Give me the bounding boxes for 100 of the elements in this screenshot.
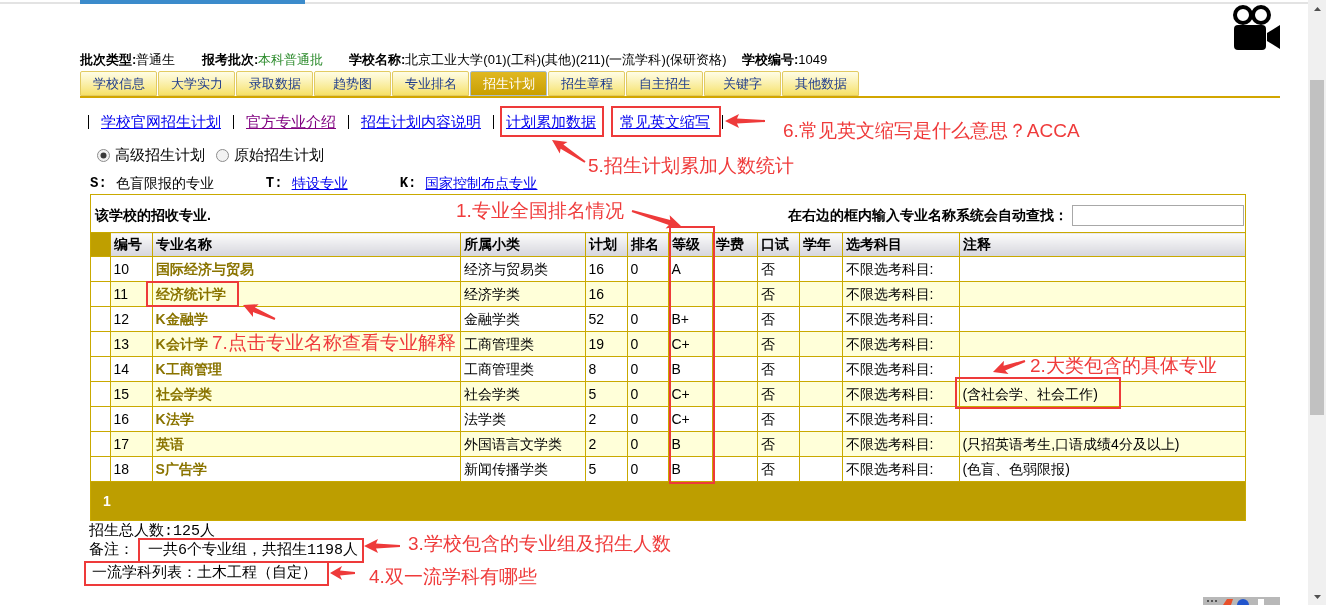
column-header: 学费	[712, 232, 757, 257]
table-cell: 0	[627, 406, 668, 432]
legend-key: T:	[265, 173, 283, 193]
table-cell: (只招英语考生,口语成绩4分及以上)	[959, 431, 1245, 457]
field-value: 普通生	[136, 51, 176, 68]
table-cell: 不限选考科目:	[842, 356, 959, 382]
major-link[interactable]: S广告学	[155, 460, 207, 477]
pointer-arrow	[551, 139, 587, 164]
tab[interactable]: 学校信息	[80, 71, 157, 96]
link[interactable]: 官方专业介绍	[246, 112, 336, 132]
annotation-label: 2.大类包含的具体专业	[1030, 355, 1217, 377]
major-link[interactable]: K法学	[155, 410, 194, 427]
tab[interactable]: 趋势图	[314, 71, 391, 96]
annotation-label: 3.学校包含的专业组及招生人数	[408, 533, 671, 555]
table-cell: B+	[668, 306, 712, 332]
table-cell: 16	[110, 406, 152, 432]
legend-link[interactable]: 特设专业	[291, 173, 348, 193]
table-cell: 10	[110, 256, 152, 282]
table-cell: 经济与贸易类	[460, 256, 585, 282]
search-label: 在右边的框内输入专业名称系统会自动查找：	[788, 205, 1068, 225]
table-cell: 否	[757, 456, 799, 482]
annotation-label: 5.招生计划累加人数统计	[588, 155, 794, 177]
table-cell: 0	[627, 356, 668, 382]
table-cell: 否	[757, 306, 799, 332]
search-field[interactable]	[1072, 204, 1244, 226]
legend-link[interactable]: 国家控制布点专业	[425, 173, 538, 193]
table-cell: C+	[668, 381, 712, 407]
table-cell: B	[668, 431, 712, 457]
table-cell: 0	[627, 331, 668, 357]
radio-option[interactable]: 原始招生计划	[216, 145, 324, 165]
legend-text: 色盲限报的专业	[115, 174, 214, 193]
table-cell: 否	[757, 281, 799, 307]
major-link[interactable]: 经济统计学	[155, 285, 226, 302]
table-cell: 8	[585, 356, 627, 382]
table-cell: 16	[585, 256, 627, 282]
table-cell: 金融学类	[460, 306, 585, 332]
table-cell: 否	[757, 356, 799, 382]
link[interactable]: 学校官网招生计划	[101, 112, 221, 132]
major-link[interactable]: K金融学	[155, 310, 208, 327]
table-cell: 14	[110, 356, 152, 382]
table-cell: 18	[110, 456, 152, 482]
column-header: 所属小类	[460, 232, 585, 257]
field-label: 批次类型:	[80, 51, 137, 68]
radio-icon[interactable]	[216, 148, 229, 162]
tab[interactable]: 自主招生	[626, 71, 703, 96]
link[interactable]: 招生计划内容说明	[361, 112, 481, 132]
link[interactable]: 常见英文缩写	[620, 112, 710, 132]
table-cell: 0	[627, 431, 668, 457]
tab[interactable]: 录取数据	[236, 71, 313, 96]
major-link[interactable]: 英语	[155, 435, 184, 452]
pointer-arrow	[364, 539, 400, 553]
major-link[interactable]: 国际经济与贸易	[155, 260, 254, 277]
table-cell: 社会学类	[460, 381, 585, 407]
field-value: 北京工业大学(01)(工科)(其他)(211)(一流学科)(保研资格)	[405, 51, 727, 68]
tab[interactable]: 其他数据	[782, 71, 859, 96]
table-cell: 不限选考科目:	[842, 381, 959, 407]
radio-icon[interactable]	[97, 148, 110, 162]
column-header: 专业名称	[152, 232, 460, 257]
table-cell: 不限选考科目:	[842, 431, 959, 457]
video-camera-icon[interactable]	[1232, 5, 1280, 50]
table-cell: 0	[627, 306, 668, 332]
table-cell: C+	[668, 331, 712, 357]
table-cell: 12	[110, 306, 152, 332]
table-cell: 不限选考科目:	[842, 331, 959, 357]
major-link[interactable]: K会计学	[155, 335, 208, 352]
major-link[interactable]: K工商管理	[155, 360, 222, 377]
link[interactable]: 计划累加数据	[506, 112, 596, 132]
tab[interactable]: 大学实力	[158, 71, 235, 96]
table-cell: 外国语言文学类	[460, 431, 585, 457]
table-cell: (含社会学、社会工作)	[959, 381, 1245, 407]
table-cell: 不限选考科目:	[842, 281, 959, 307]
table-cell: 新闻传播学类	[460, 456, 585, 482]
table-cell: 否	[757, 431, 799, 457]
table-cell: 工商管理类	[460, 356, 585, 382]
table-cell: 法学类	[460, 406, 585, 432]
legend-key: S:	[90, 173, 107, 193]
major-link[interactable]: 社会学类	[155, 385, 212, 402]
tab[interactable]: 关键字	[704, 71, 781, 96]
column-header: 口试	[757, 232, 799, 257]
table-cell: 否	[757, 331, 799, 357]
table-cell: 不限选考科目:	[842, 456, 959, 482]
column-header: 计划	[585, 232, 627, 257]
annotation-label: 6.常见英文缩写是什么意思？ACCA	[783, 120, 1080, 142]
radio-option[interactable]: 高级招生计划	[97, 145, 205, 165]
pointer-arrow	[631, 209, 682, 230]
table-cell: 5	[585, 456, 627, 482]
column-header: 编号	[110, 232, 152, 257]
tab[interactable]: 招生章程	[548, 71, 625, 96]
table-cell: 经济学类	[460, 281, 585, 307]
table-cell: 不限选考科目:	[842, 256, 959, 282]
annotation-label: 4.双一流学科有哪些	[369, 566, 537, 588]
field-label: 学校名称:	[349, 51, 406, 68]
table-cell: 否	[757, 406, 799, 432]
table-cell: 否	[757, 381, 799, 407]
pointer-arrow	[242, 303, 276, 321]
table-cell: 0	[627, 256, 668, 282]
table-cell: A	[668, 256, 712, 282]
pointer-arrow	[992, 359, 1026, 375]
scrollbar-thumb[interactable]	[1310, 80, 1324, 415]
tab[interactable]: 专业排名	[392, 71, 469, 96]
